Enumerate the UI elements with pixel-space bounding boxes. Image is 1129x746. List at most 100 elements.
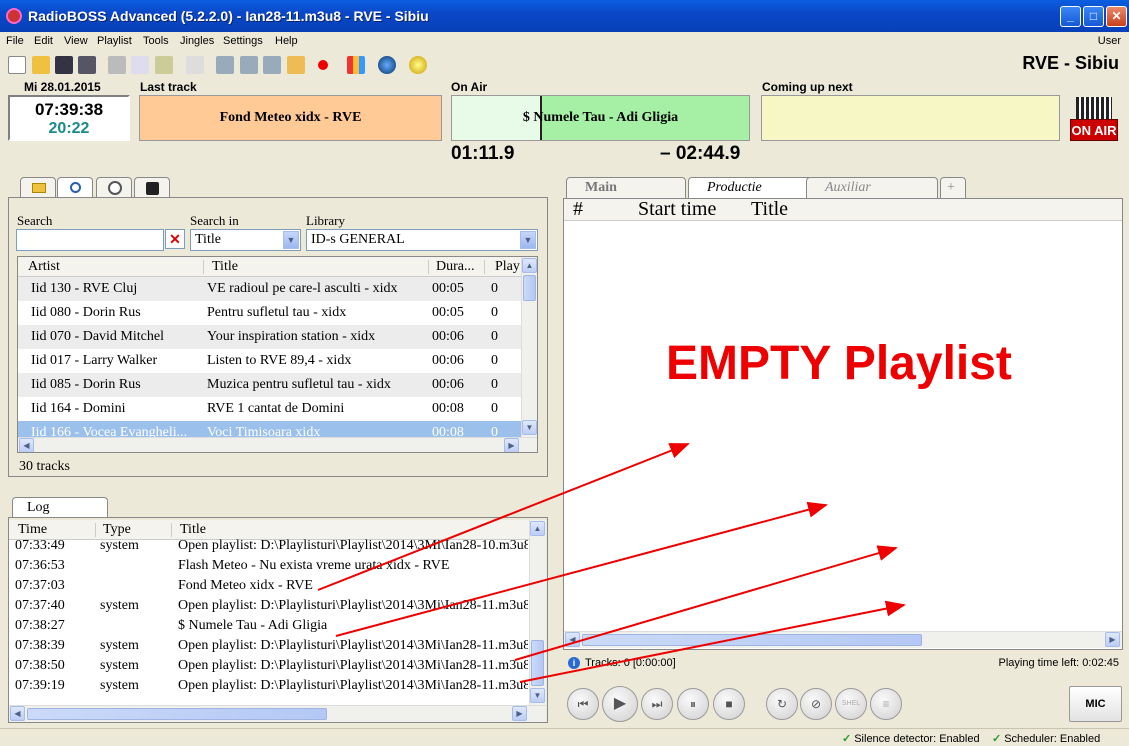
- tab-productie[interactable]: Productie: [688, 177, 812, 199]
- silence-detector-status[interactable]: ✓ Silence detector: Enabled: [842, 732, 980, 745]
- playlist-column-number[interactable]: #: [573, 198, 583, 221]
- scroll-thumb[interactable]: [531, 640, 544, 686]
- library-track-list[interactable]: Artist Title Dura... Play Iid 130 - RVE …: [17, 256, 538, 453]
- scroll-down-icon[interactable]: ▼: [530, 688, 545, 703]
- menu-file[interactable]: File: [6, 35, 24, 47]
- next-track-button[interactable]: ⏭: [641, 688, 673, 720]
- scroll-up-icon[interactable]: ▲: [530, 521, 545, 536]
- loop-button[interactable]: ↻: [766, 688, 798, 720]
- log-row[interactable]: 07:38:39 system Open playlist: D:\Playlist…: [9, 637, 529, 657]
- mic-button[interactable]: MIC: [1069, 686, 1122, 722]
- log-row[interactable]: 07:37:03 Fond Meteo xidx - RVE: [9, 577, 529, 597]
- table-row[interactable]: Iid 017 - Larry Walker Listen to RVE 89,4…: [18, 349, 521, 373]
- insert-playlist-icon[interactable]: [240, 56, 258, 74]
- log-list[interactable]: Time Type Title 07:33:49 system Open playl…: [9, 520, 546, 722]
- menu-jingles[interactable]: Jingles: [180, 35, 214, 47]
- log-horizontal-scrollbar[interactable]: ◀ ▶: [9, 705, 546, 722]
- table-row[interactable]: Iid 085 - Dorin Rus Muzica pentru sufletu…: [18, 373, 521, 397]
- insert-track-icon[interactable]: [216, 56, 234, 74]
- tab-auxiliar[interactable]: Auxiliar: [806, 177, 938, 199]
- shel-button[interactable]: SHEL: [835, 688, 867, 720]
- log-column-title[interactable]: Title: [180, 522, 206, 538]
- search-in-select[interactable]: Title ▼: [190, 229, 301, 251]
- playlist-horizontal-scrollbar[interactable]: ◀ ▶: [564, 631, 1122, 648]
- column-duration[interactable]: Dura...: [436, 259, 475, 275]
- tab-history[interactable]: [96, 177, 132, 198]
- paste-icon[interactable]: [155, 56, 173, 74]
- on-air-panel[interactable]: $ Numele Tau - Adi Gligia: [451, 95, 750, 141]
- statistics-icon[interactable]: [347, 56, 365, 74]
- search-input[interactable]: [16, 229, 164, 251]
- scroll-right-icon[interactable]: ▶: [504, 438, 519, 452]
- column-artist[interactable]: Artist: [28, 259, 60, 275]
- playlist-column-title[interactable]: Title: [751, 198, 788, 221]
- scroll-thumb[interactable]: [27, 708, 327, 720]
- scroll-up-icon[interactable]: ▲: [522, 258, 537, 273]
- menu-help[interactable]: Help: [275, 35, 298, 47]
- library-horizontal-scrollbar[interactable]: ◀ ▶: [18, 437, 537, 452]
- playlist-column-start-time[interactable]: Start time: [638, 198, 716, 221]
- menu-tools[interactable]: Tools: [143, 35, 169, 47]
- copy-icon[interactable]: [131, 56, 149, 74]
- maximize-button[interactable]: □: [1083, 6, 1104, 27]
- library-vertical-scrollbar[interactable]: ▲ ▼: [521, 257, 537, 437]
- tab-log[interactable]: Log: [12, 497, 108, 519]
- log-row[interactable]: 07:33:49 system Open playlist: D:\Playlist…: [9, 537, 529, 557]
- menu-view[interactable]: View: [64, 35, 88, 47]
- cut-icon[interactable]: [108, 56, 126, 74]
- log-row[interactable]: 07:38:27 $ Numele Tau - Adi Gligia: [9, 617, 529, 637]
- library-select[interactable]: ID-s GENERAL ▼: [306, 229, 538, 251]
- list-button[interactable]: ≡: [870, 688, 902, 720]
- open-folder-icon[interactable]: [32, 56, 50, 74]
- stop-button[interactable]: ■: [713, 688, 745, 720]
- log-row[interactable]: 07:39:19 system Open playlist: D:\Playlist…: [9, 677, 529, 697]
- insert-command-icon[interactable]: [263, 56, 281, 74]
- scheduler-status[interactable]: ✓ Scheduler: Enabled: [992, 732, 1100, 745]
- previous-track-button[interactable]: ⏮: [567, 688, 599, 720]
- column-title[interactable]: Title: [212, 259, 238, 275]
- title-bar[interactable]: RadioBOSS Advanced (5.2.2.0) - Ian28-11.…: [0, 0, 1129, 32]
- tab-main[interactable]: Main: [566, 177, 686, 199]
- disable-button[interactable]: ⊘: [800, 688, 832, 720]
- save-as-icon[interactable]: [78, 56, 96, 74]
- scroll-left-icon[interactable]: ◀: [565, 632, 580, 647]
- play-button[interactable]: ▶: [602, 686, 638, 722]
- chevron-down-icon[interactable]: ▼: [283, 231, 299, 249]
- record-icon[interactable]: [318, 60, 328, 70]
- settings-gear-icon[interactable]: [409, 56, 427, 74]
- log-column-time[interactable]: Time: [18, 522, 47, 538]
- table-row[interactable]: Iid 070 - David Mitchel Your inspiration …: [18, 325, 521, 349]
- scroll-right-icon[interactable]: ▶: [1105, 632, 1120, 647]
- log-vertical-scrollbar[interactable]: ▲ ▼: [529, 520, 546, 705]
- log-row[interactable]: 07:38:50 system Open playlist: D:\Playlist…: [9, 657, 529, 677]
- tab-explorer[interactable]: [20, 177, 56, 198]
- insert-folder-icon[interactable]: [287, 56, 305, 74]
- chevron-down-icon[interactable]: ▼: [520, 231, 536, 249]
- close-button[interactable]: ✕: [1106, 6, 1127, 27]
- scroll-thumb[interactable]: [523, 275, 536, 301]
- playlist-panel[interactable]: [563, 198, 1123, 650]
- log-row[interactable]: 07:37:40 system Open playlist: D:\Playlist…: [9, 597, 529, 617]
- globe-icon[interactable]: [378, 56, 396, 74]
- menu-user[interactable]: User: [1098, 35, 1121, 47]
- column-plays[interactable]: Play: [495, 259, 520, 275]
- minimize-button[interactable]: _: [1060, 6, 1081, 27]
- log-column-type[interactable]: Type: [103, 522, 131, 538]
- table-row[interactable]: Iid 164 - Domini RVE 1 cantat de Domini 00…: [18, 397, 521, 421]
- menu-playlist[interactable]: Playlist: [97, 35, 132, 47]
- scroll-thumb[interactable]: [582, 634, 922, 646]
- clear-search-button[interactable]: ✕: [165, 229, 185, 249]
- tab-search[interactable]: [57, 177, 93, 199]
- log-row[interactable]: 07:36:53 Flash Meteo - Nu exista vreme ur…: [9, 557, 529, 577]
- pause-button[interactable]: ⏸: [677, 688, 709, 720]
- scroll-right-icon[interactable]: ▶: [512, 706, 527, 721]
- app-icon[interactable]: [6, 8, 22, 24]
- scroll-left-icon[interactable]: ◀: [10, 706, 25, 721]
- add-tab-button[interactable]: +: [940, 177, 966, 199]
- new-file-icon[interactable]: [8, 56, 26, 74]
- scroll-down-icon[interactable]: ▼: [522, 420, 537, 435]
- menu-edit[interactable]: Edit: [34, 35, 53, 47]
- table-row[interactable]: Iid 130 - RVE Cluj VE radioul pe care-l a…: [18, 277, 521, 301]
- save-icon[interactable]: [55, 56, 73, 74]
- undo-icon[interactable]: [186, 56, 204, 74]
